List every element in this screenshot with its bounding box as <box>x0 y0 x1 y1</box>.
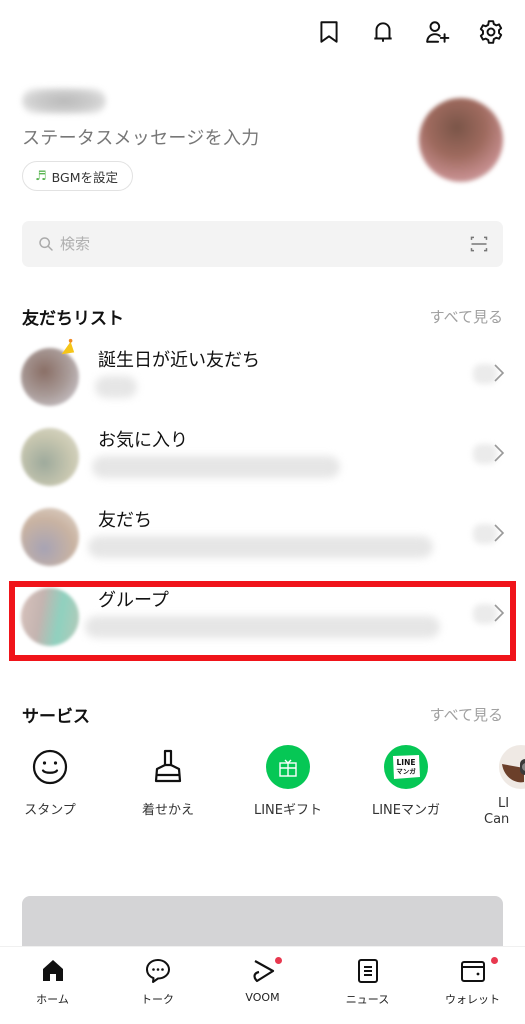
chat-bubble-icon <box>145 959 170 983</box>
notifications-button[interactable] <box>369 18 397 46</box>
party-hat-icon <box>61 338 75 355</box>
music-note-icon: ♬ <box>35 168 47 184</box>
list-item-subtext-blurred <box>92 456 340 478</box>
friends-section-header: 友だちリスト すべて見る <box>22 304 503 329</box>
smiley-icon <box>32 749 68 785</box>
manga-icon: LINEマンガ <box>384 745 428 789</box>
friends-section-title: 友だちリスト <box>22 309 124 329</box>
manga-icon-text-line2: マンガ <box>396 767 416 776</box>
list-item-label: お気に入り <box>98 430 188 451</box>
nav-label: ニュース <box>345 993 390 1006</box>
service-line-gift[interactable]: LINEギフト <box>248 744 328 818</box>
settings-icon <box>479 20 503 44</box>
profile-name-blurred[interactable] <box>22 88 106 114</box>
nav-home[interactable]: ホーム <box>0 947 105 1024</box>
bottom-nav: ホーム トーク VOOM ニュース ウォレット <box>0 946 525 1024</box>
manga-icon-text-line1: LINE <box>397 758 416 767</box>
service-line-manga[interactable]: LINE マンガ LINEマンガ <box>366 744 446 818</box>
nav-label: VOOM <box>245 991 280 1004</box>
status-message-input[interactable]: ステータスメッセージを入力 <box>22 124 260 150</box>
chevron-right-icon <box>494 524 505 542</box>
gift-icon <box>266 745 310 789</box>
service-label-line2: Can <box>484 812 510 827</box>
service-stamp[interactable]: スタンプ <box>10 744 90 818</box>
bookmark-icon <box>320 21 338 43</box>
bgm-button-label: BGMを設定 <box>51 169 118 185</box>
settings-button[interactable] <box>477 18 505 46</box>
service-label: LINEギフト <box>253 803 322 818</box>
bookmark-button[interactable] <box>315 18 343 46</box>
list-item-subtext-blurred <box>95 376 137 398</box>
nav-news[interactable]: ニュース <box>315 947 420 1024</box>
nav-talk[interactable]: トーク <box>105 947 210 1024</box>
services-see-all-link[interactable]: すべて見る <box>430 704 503 725</box>
service-label: LI Can <box>484 796 525 828</box>
chevron-right-icon <box>494 444 505 462</box>
voom-play-icon <box>252 960 274 983</box>
add-friend-button[interactable] <box>423 18 451 46</box>
notification-badge <box>275 957 283 964</box>
services-row: スタンプ 着せかえ LINEギフト LINE マンガ LINEマンガ LI Can <box>0 744 525 844</box>
services-section-title: サービス <box>22 707 90 727</box>
friend-list-item-favorites[interactable]: お気に入り <box>0 418 525 498</box>
service-label: LINEマンガ <box>371 803 440 818</box>
list-item-subtext-blurred <box>85 616 440 638</box>
avatar <box>21 508 79 566</box>
chevron-right-icon <box>494 364 505 382</box>
search-icon <box>39 237 53 251</box>
service-label-line1: LI <box>498 796 510 811</box>
nav-label: ウォレット <box>445 993 500 1006</box>
home-icon <box>42 960 63 981</box>
news-icon <box>357 959 378 983</box>
service-line-camera[interactable]: LI Can <box>484 744 525 828</box>
search-bar[interactable] <box>22 221 503 267</box>
friends-see-all-link[interactable]: すべて見る <box>430 306 503 327</box>
avatar <box>21 428 79 486</box>
bgm-settings-button[interactable]: ♬ BGMを設定 <box>22 161 133 191</box>
avatar <box>21 588 79 646</box>
qr-scan-icon[interactable] <box>469 234 489 254</box>
camera-icon <box>499 745 525 789</box>
nav-wallet[interactable]: ウォレット <box>420 947 525 1024</box>
add-friend-icon <box>426 21 450 43</box>
services-section-header: サービス すべて見る <box>22 702 503 727</box>
list-item-label: 誕生日が近い友だち <box>98 350 260 371</box>
list-item-label: グループ <box>98 590 169 611</box>
friend-list-item-groups[interactable]: グループ <box>0 578 525 658</box>
friend-list-item-birthday[interactable]: 誕生日が近い友だち <box>0 338 525 418</box>
service-label: スタンプ <box>24 803 76 818</box>
bell-icon <box>374 22 392 42</box>
list-item-label: 友だち <box>98 510 152 531</box>
wallet-icon <box>460 961 485 982</box>
list-item-subtext-blurred <box>88 536 433 558</box>
notification-badge <box>491 957 499 964</box>
service-label: 着せかえ <box>141 803 194 818</box>
service-theme[interactable]: 着せかえ <box>128 744 208 818</box>
nav-label: ホーム <box>36 993 69 1006</box>
friend-list-item-friends[interactable]: 友だち <box>0 498 525 578</box>
search-input[interactable] <box>60 235 469 253</box>
nav-voom[interactable]: VOOM <box>210 947 315 1024</box>
nav-label: トーク <box>141 993 174 1006</box>
avatar <box>21 348 79 406</box>
profile-avatar[interactable] <box>419 98 503 182</box>
header-toolbar <box>315 18 505 46</box>
brush-icon <box>154 749 182 783</box>
chevron-right-icon <box>494 604 505 622</box>
